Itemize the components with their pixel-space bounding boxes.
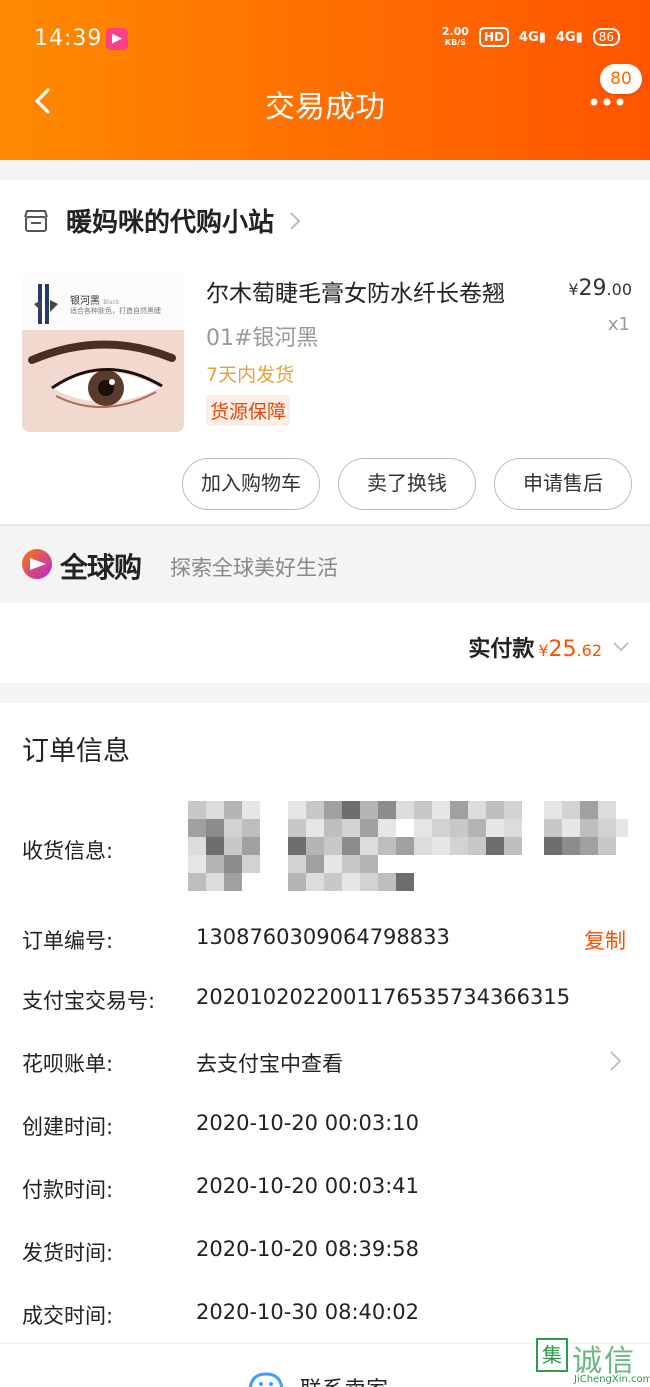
redacted-address xyxy=(188,801,628,891)
eye-photo xyxy=(22,330,184,432)
huabei-label: 花呗账单: xyxy=(22,1052,114,1076)
watermark-url: JiChengXin.com xyxy=(574,1374,650,1385)
store-icon xyxy=(24,209,48,232)
chevron-right-icon xyxy=(290,211,301,230)
alipay-number-value: 2020102022001176535734366315 xyxy=(196,985,571,1009)
shipped-time-label: 发货时间: xyxy=(22,1241,114,1265)
watermark-logo: 集 xyxy=(536,1338,568,1372)
shipping-note: 7天内发货 xyxy=(206,364,295,386)
order-info-section: 订单信息 收货信息: 订单编号: 1308760309064798833 复制 … xyxy=(0,703,650,1387)
global-buy-logo-icon xyxy=(22,549,52,579)
completed-time-value: 2020-10-30 08:40:02 xyxy=(196,1300,420,1324)
copy-button[interactable]: 复制 xyxy=(584,925,626,955)
site-watermark: 集 诚信 JiChengXin.com xyxy=(534,1336,650,1387)
page-title: 交易成功 xyxy=(265,90,385,125)
paid-label: 实付款 xyxy=(468,637,535,662)
paid-time-label: 付款时间: xyxy=(22,1178,114,1202)
product-price: ¥29.00 xyxy=(568,276,632,301)
after-sales-button[interactable]: 申请售后 xyxy=(494,458,632,510)
product-quantity: x1 xyxy=(607,314,630,335)
notification-badge[interactable]: 80 xyxy=(600,64,642,94)
signal-icon-2: 4G▮ xyxy=(555,29,583,45)
header-bar: 14:39 ▶ 2.00 KB/S HD 4G▮ 4G▮ 86 交易成功 80 xyxy=(0,0,650,160)
completed-time-label: 成交时间: xyxy=(22,1304,114,1328)
shipped-time-value: 2020-10-20 08:39:58 xyxy=(196,1237,420,1261)
chevron-down-icon xyxy=(613,642,629,652)
signal-icon-1: 4G▮ xyxy=(518,29,546,45)
sell-for-cash-button[interactable]: 卖了换钱 xyxy=(338,458,476,510)
status-time: 14:39 xyxy=(34,26,103,51)
order-number-label: 订单编号: xyxy=(22,929,114,953)
more-dots-icon[interactable] xyxy=(588,92,628,112)
product-sku: 01#银河黑 xyxy=(206,326,319,351)
payment-summary: 实付款 ¥25.62 xyxy=(0,603,650,683)
created-time-label: 创建时间: xyxy=(22,1115,114,1139)
shop-link[interactable]: 暖妈咪的代购小站 xyxy=(22,202,302,239)
paid-amount: ¥25.62 xyxy=(538,637,602,662)
add-to-cart-button[interactable]: 加入购物车 xyxy=(182,458,320,510)
contact-seller-label: 联系卖家 xyxy=(300,1372,388,1387)
order-number-value: 1308760309064798833 xyxy=(196,925,450,949)
paid-amount-row[interactable]: 实付款 ¥25.62 xyxy=(468,631,630,663)
status-bar: 14:39 ▶ 2.00 KB/S HD 4G▮ 4G▮ 86 xyxy=(0,0,650,80)
product-title[interactable]: 尔木萄睫毛膏女防水纤长卷翘 xyxy=(206,274,505,308)
mascara-brush-icon xyxy=(34,284,58,324)
shop-name: 暖妈咪的代购小站 xyxy=(66,208,275,238)
shipping-info-label: 收货信息: xyxy=(22,839,114,863)
chat-icon xyxy=(248,1372,284,1387)
order-item-card: 暖妈咪的代购小站 银河黑 Black 适合各种肤色，打造自然黑睫 尔木萄睫毛膏女… xyxy=(0,180,650,525)
paid-time-value: 2020-10-20 00:03:41 xyxy=(196,1174,420,1198)
hd-icon: HD xyxy=(478,27,509,47)
section-title: 订单信息 xyxy=(22,736,130,767)
alipay-number-label: 支付宝交易号: xyxy=(22,989,156,1013)
status-indicators: 2.00 KB/S HD 4G▮ 4G▮ 86 xyxy=(442,26,620,48)
chevron-right-icon[interactable] xyxy=(609,1050,622,1072)
battery-icon: 86 xyxy=(592,28,620,46)
huabei-link[interactable]: 去支付宝中查看 xyxy=(196,1048,343,1078)
notification-app-icon: ▶ xyxy=(106,28,128,50)
created-time-value: 2020-10-20 00:03:10 xyxy=(196,1111,420,1135)
global-buy-name: 全球购 xyxy=(60,551,142,584)
global-buy-slogan: 探索全球美好生活 xyxy=(170,556,338,580)
product-image[interactable]: 银河黑 Black 适合各种肤色，打造自然黑睫 xyxy=(22,272,184,432)
network-speed: 2.00 KB/S xyxy=(441,25,469,47)
guarantee-tag: 货源保障 xyxy=(206,395,291,426)
global-buy-banner[interactable]: 全球购 探索全球美好生活 xyxy=(0,524,650,602)
